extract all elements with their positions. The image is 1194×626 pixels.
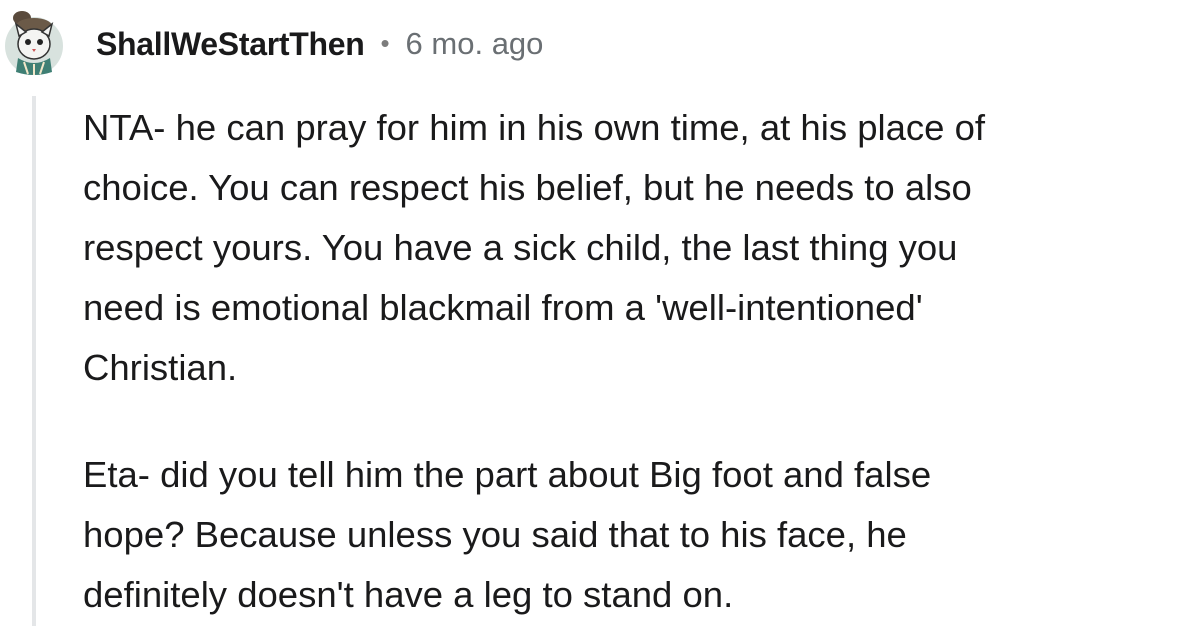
user-avatar[interactable] bbox=[2, 6, 66, 76]
text-line: choice. You can respect his belief, but … bbox=[83, 167, 972, 208]
text-line: definitely doesn't have a leg to stand o… bbox=[83, 574, 734, 615]
text-line: hope? Because unless you said that to hi… bbox=[83, 514, 907, 555]
comment: ShallWeStartThen • 6 mo. ago NTA- he can… bbox=[0, 0, 1194, 626]
text-line: Eta- did you tell him the part about Big… bbox=[83, 454, 932, 495]
thread-collapse-line[interactable] bbox=[32, 96, 36, 626]
comment-paragraph: NTA- he can pray for him in his own time… bbox=[83, 98, 1183, 398]
timestamp-link[interactable]: 6 mo. ago bbox=[406, 26, 544, 62]
text-line: need is emotional blackmail from a 'well… bbox=[83, 287, 923, 328]
username-link[interactable]: ShallWeStartThen bbox=[96, 26, 365, 63]
comment-paragraph: Eta- did you tell him the part about Big… bbox=[83, 445, 1183, 625]
text-line: respect yours. You have a sick child, th… bbox=[83, 227, 958, 268]
cat-avatar-icon bbox=[5, 11, 63, 75]
text-line: Christian. bbox=[83, 347, 238, 388]
comment-body: NTA- he can pray for him in his own time… bbox=[83, 98, 1183, 625]
text-line: NTA- he can pray for him in his own time… bbox=[83, 107, 986, 148]
comment-header: ShallWeStartThen • 6 mo. ago bbox=[96, 22, 543, 66]
meta-separator: • bbox=[380, 27, 390, 58]
